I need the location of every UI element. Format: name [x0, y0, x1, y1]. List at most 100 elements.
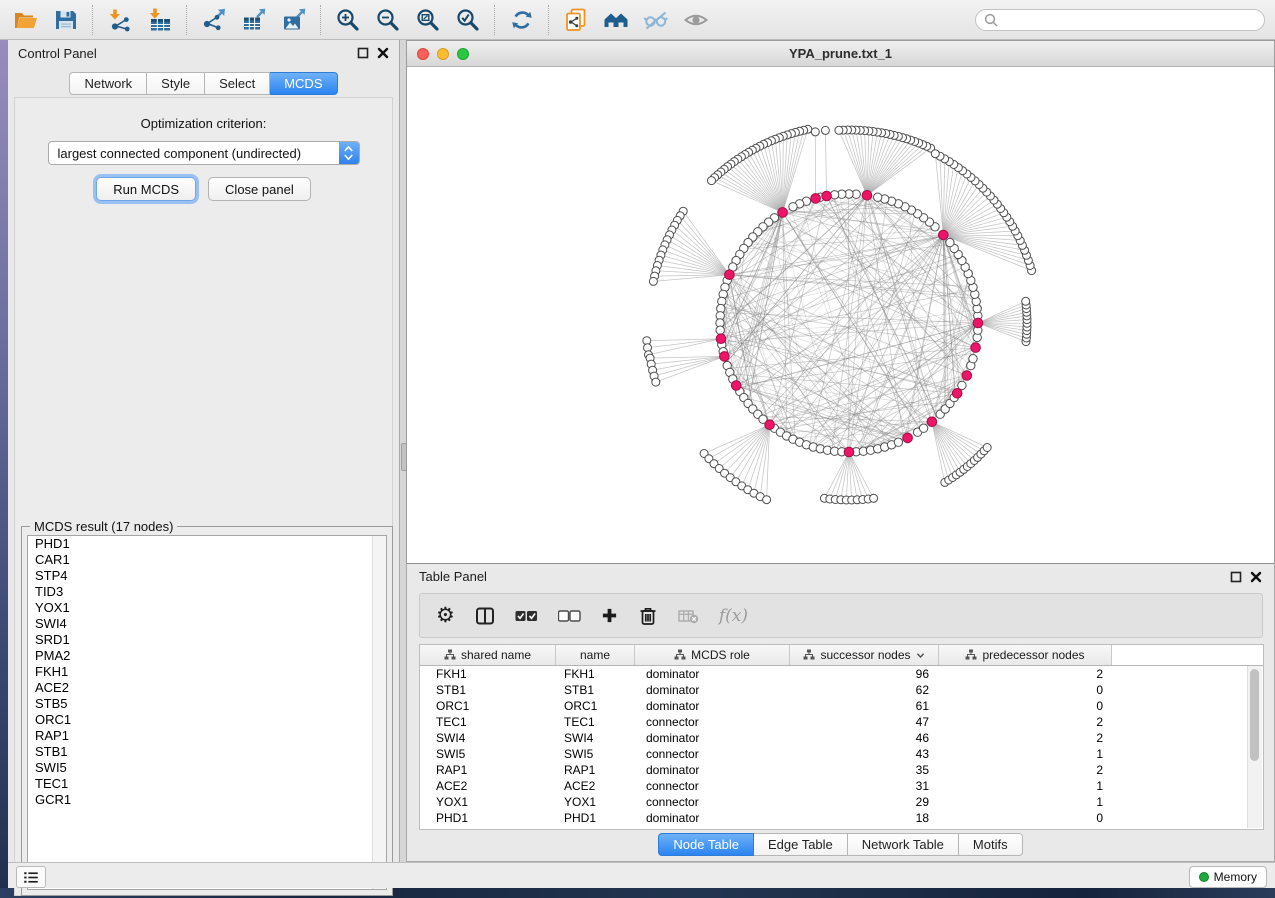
table-cell[interactable]: PHD1 [420, 811, 556, 825]
table-cell[interactable]: SWI4 [420, 731, 556, 745]
tab-mcds[interactable]: MCDS [270, 72, 337, 95]
save-session-button[interactable] [46, 3, 86, 37]
table-cell[interactable]: ORC1 [556, 699, 635, 713]
table-scrollbar[interactable] [1247, 666, 1262, 828]
table-cell[interactable]: SWI5 [420, 747, 556, 761]
fan-node[interactable] [652, 378, 660, 386]
fan-node[interactable] [983, 444, 991, 452]
table-row[interactable]: ACE2ACE2connector311 [420, 778, 1263, 794]
mcds-hub-node[interactable] [765, 420, 775, 430]
mcds-result-item[interactable]: RAP1 [28, 728, 386, 744]
mcds-hub-node[interactable] [778, 208, 788, 218]
mcds-result-item[interactable]: TEC1 [28, 776, 386, 792]
table-scrollbar-thumb[interactable] [1250, 669, 1259, 761]
table-cell[interactable]: 61 [790, 699, 939, 713]
create-column-button[interactable] [601, 607, 618, 624]
table-row[interactable]: STB1STB1dominator620 [420, 682, 1263, 698]
fan-node[interactable] [763, 496, 771, 504]
tab-style[interactable]: Style [147, 72, 205, 95]
tab-network[interactable]: Network [69, 72, 147, 95]
table-cell[interactable]: 0 [939, 699, 1112, 713]
table-cell[interactable]: 96 [790, 667, 939, 681]
table-cell[interactable]: 0 [939, 683, 1112, 697]
mcds-list-scrollbar[interactable] [372, 536, 386, 889]
clone-network-button[interactable] [556, 3, 596, 37]
table-cell[interactable]: STB1 [420, 683, 556, 697]
mcds-hub-node[interactable] [973, 318, 983, 328]
table-cell[interactable]: FKH1 [556, 667, 635, 681]
mcds-result-item[interactable]: SWI5 [28, 760, 386, 776]
column-header-name[interactable]: name [556, 645, 635, 665]
mcds-hub-node[interactable] [962, 371, 972, 381]
table-cell[interactable]: 43 [790, 747, 939, 761]
table-cell[interactable]: 29 [790, 795, 939, 809]
table-cell[interactable]: 1 [939, 747, 1112, 761]
task-history-button[interactable] [16, 866, 46, 888]
tab-select[interactable]: Select [205, 72, 270, 95]
ring-node[interactable] [874, 193, 882, 201]
run-mcds-button[interactable]: Run MCDS [96, 177, 196, 201]
network-window-titlebar[interactable]: YPA_prune.txt_1 [407, 41, 1274, 67]
fan-node[interactable] [821, 126, 829, 134]
network-canvas[interactable] [407, 67, 1274, 563]
table-cell[interactable]: dominator [635, 731, 790, 745]
import-table-button[interactable] [140, 3, 180, 37]
table-cell[interactable]: SWI5 [556, 747, 635, 761]
ring-node[interactable] [969, 355, 977, 363]
table-cell[interactable]: 1 [939, 795, 1112, 809]
mcds-result-item[interactable]: PHD1 [28, 536, 386, 552]
mcds-result-list[interactable]: PHD1CAR1STP4TID3YOX1SWI4SRD1PMA2FKH1ACE2… [27, 535, 387, 890]
close-panel-button[interactable]: Close panel [208, 177, 311, 201]
search-input[interactable] [1004, 12, 1264, 28]
tab-node-table[interactable]: Node Table [658, 833, 754, 856]
fan-node[interactable] [708, 177, 716, 185]
mcds-hub-node[interactable] [862, 191, 872, 201]
table-cell[interactable]: RAP1 [556, 763, 635, 777]
table-cell[interactable]: SWI4 [556, 731, 635, 745]
tab-network-table[interactable]: Network Table [848, 833, 959, 856]
import-network-button[interactable] [100, 3, 140, 37]
mcds-result-item[interactable]: SWI4 [28, 616, 386, 632]
deselect-all-columns-button[interactable] [558, 609, 581, 623]
table-cell[interactable]: TEC1 [420, 715, 556, 729]
fan-node[interactable] [1022, 297, 1030, 305]
mcds-hub-node[interactable] [725, 270, 735, 280]
mcds-result-item[interactable]: ACE2 [28, 680, 386, 696]
fan-node[interactable] [649, 277, 657, 285]
table-cell[interactable]: YOX1 [420, 795, 556, 809]
mcds-hub-node[interactable] [731, 381, 741, 391]
mcds-hub-node[interactable] [952, 389, 962, 399]
table-cell[interactable]: connector [635, 779, 790, 793]
ring-node[interactable] [894, 438, 902, 446]
tab-motifs[interactable]: Motifs [959, 833, 1023, 856]
table-cell[interactable]: connector [635, 747, 790, 761]
open-file-button[interactable] [6, 3, 46, 37]
network-graph[interactable] [407, 67, 1274, 563]
refresh-view-button[interactable] [502, 3, 542, 37]
select-all-columns-button[interactable] [515, 609, 538, 623]
table-row[interactable]: SWI5SWI5connector431 [420, 746, 1263, 762]
table-cell[interactable]: dominator [635, 763, 790, 777]
table-cell[interactable]: 31 [790, 779, 939, 793]
export-image-button[interactable] [274, 3, 314, 37]
table-cell[interactable]: PHD1 [556, 811, 635, 825]
table-cell[interactable]: 46 [790, 731, 939, 745]
table-cell[interactable]: 35 [790, 763, 939, 777]
table-row[interactable]: TEC1TEC1connector472 [420, 714, 1263, 730]
mcds-hub-node[interactable] [903, 433, 913, 443]
first-neighbors-button[interactable] [596, 3, 636, 37]
table-cell[interactable]: dominator [635, 667, 790, 681]
zoom-in-button[interactable] [328, 3, 368, 37]
table-cell[interactable]: ACE2 [556, 779, 635, 793]
mcds-result-item[interactable]: FKH1 [28, 664, 386, 680]
ring-node[interactable] [716, 326, 724, 334]
zoom-fit-button[interactable] [408, 3, 448, 37]
export-table-button[interactable] [234, 3, 274, 37]
table-cell[interactable]: RAP1 [420, 763, 556, 777]
table-row[interactable]: PHD1PHD1dominator180 [420, 810, 1263, 826]
table-cell[interactable]: connector [635, 795, 790, 809]
table-cell[interactable]: TEC1 [556, 715, 635, 729]
column-header-shared-name[interactable]: shared name [420, 645, 556, 665]
mcds-result-item[interactable]: STP4 [28, 568, 386, 584]
mcds-result-item[interactable]: STB1 [28, 744, 386, 760]
